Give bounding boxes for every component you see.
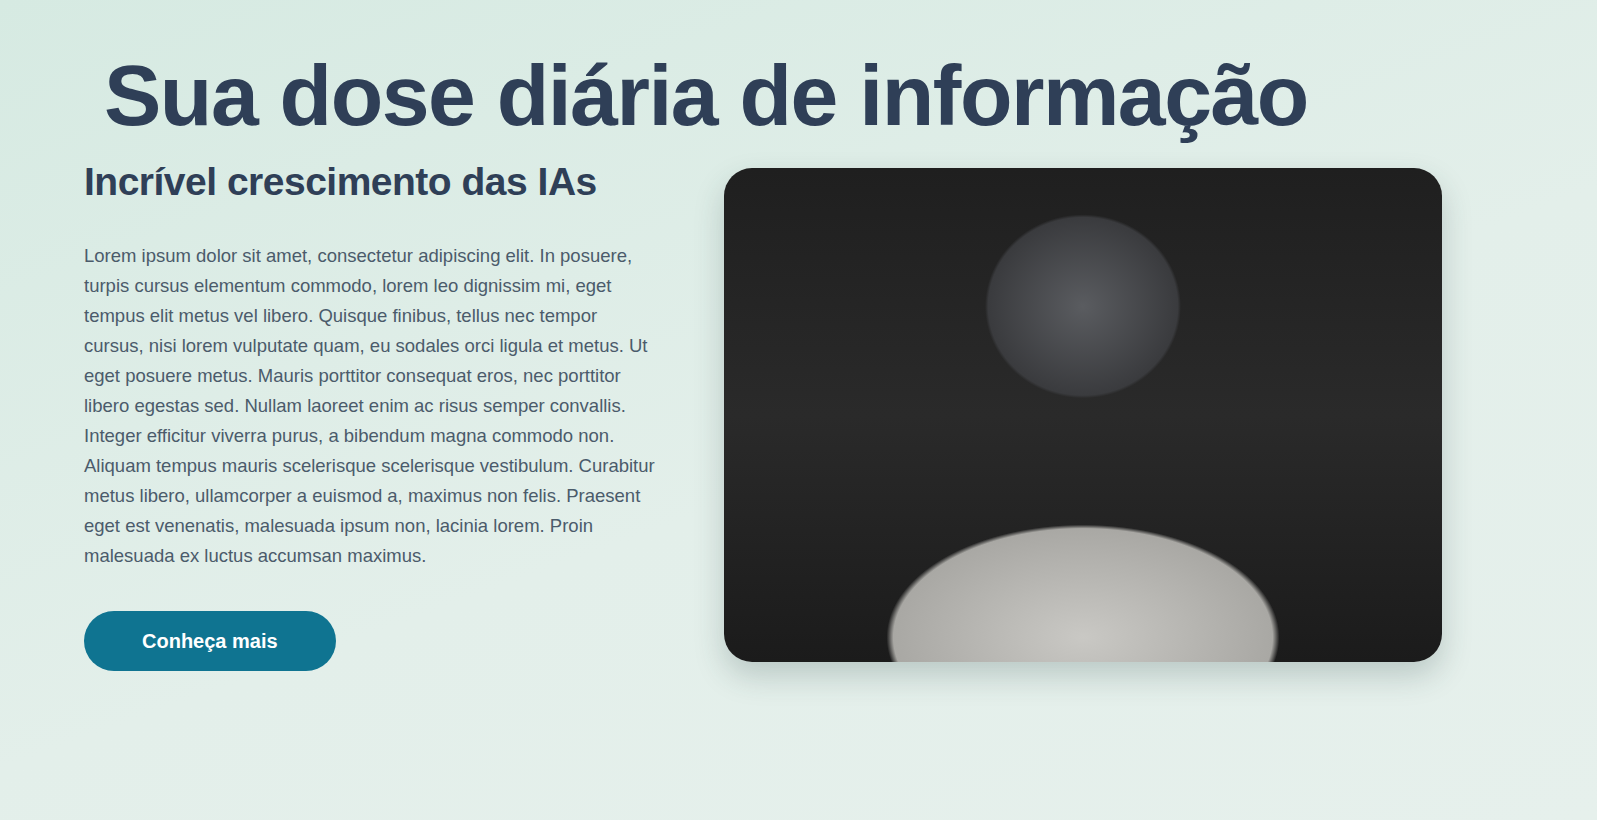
- page-title: Sua dose diária de informação: [104, 48, 1513, 143]
- article-text: Incrível crescimento das IAs Lorem ipsum …: [84, 159, 658, 672]
- article-title: Incrível crescimento das IAs: [84, 159, 597, 206]
- article-body: Lorem ipsum dolor sit amet, consectetur …: [84, 241, 658, 571]
- learn-more-button[interactable]: Conheça mais: [84, 611, 336, 671]
- robot-image: [724, 168, 1442, 662]
- page: Sua dose diária de informação Incrível cr…: [0, 0, 1597, 820]
- article: Incrível crescimento das IAs Lorem ipsum …: [84, 159, 1513, 672]
